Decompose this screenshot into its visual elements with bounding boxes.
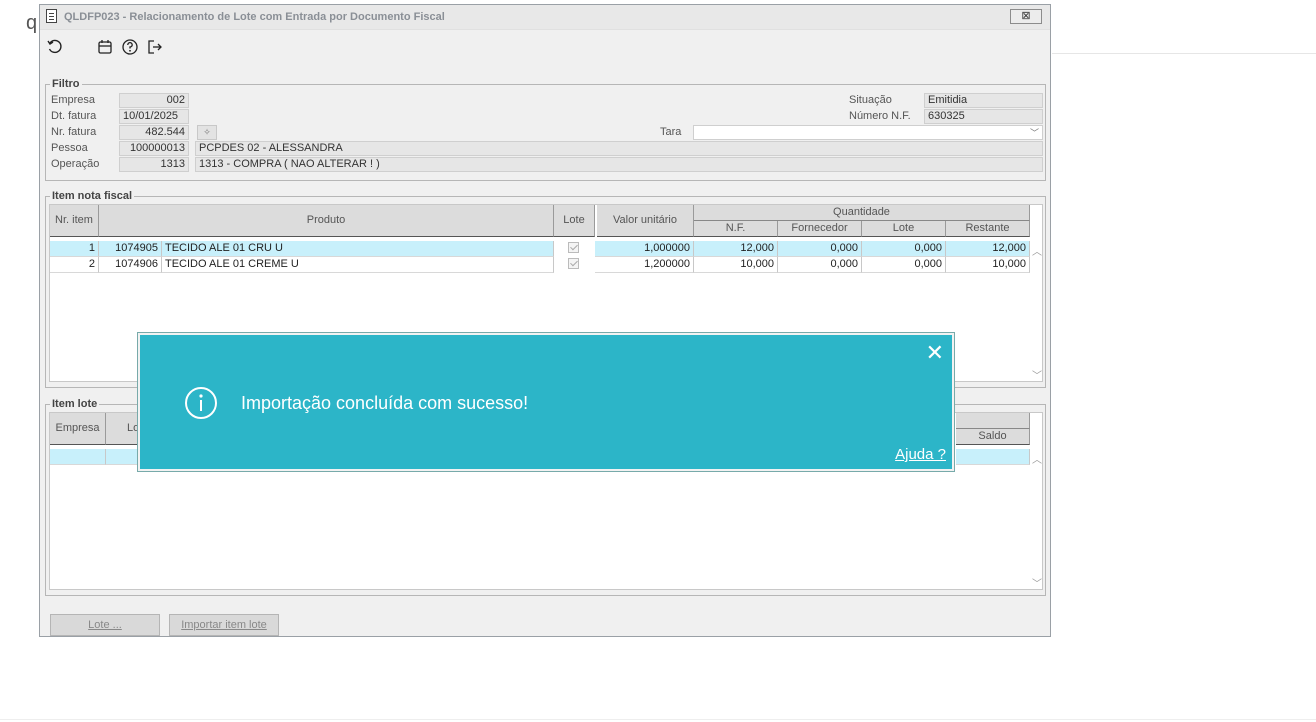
scroll-up-icon[interactable]: ︿ (1032, 451, 1042, 466)
exit-icon[interactable] (146, 38, 164, 56)
help-icon[interactable] (121, 38, 139, 56)
pessoa-name-field: PCPDES 02 - ALESSANDRA (195, 141, 1043, 156)
cell-nr: 2 (50, 257, 99, 273)
nr-fatura-field[interactable]: 482.544 (119, 125, 189, 140)
importar-item-lote-button[interactable]: Importar item lote (169, 614, 279, 636)
col-saldo[interactable]: Saldo (956, 429, 1030, 445)
tara-label: Tara (660, 126, 682, 138)
close-icon[interactable]: ✕ (926, 339, 944, 367)
col-q-lote[interactable]: Lote (862, 221, 946, 237)
success-toast: Importação concluída com sucesso! ✕ Ajud… (138, 333, 954, 471)
col-fornecedor[interactable]: Fornecedor (778, 221, 862, 237)
situacao-label: Situação (849, 94, 892, 106)
situacao-field: Emitidia (924, 93, 1043, 108)
cell-empresa (50, 449, 106, 465)
help-link[interactable]: Ajuda ? (895, 446, 946, 463)
tara-select[interactable] (693, 125, 1043, 140)
nr-fatura-lookup-button[interactable]: ✧ (197, 125, 217, 140)
lote-checkbox[interactable] (568, 258, 579, 269)
lote-checkbox[interactable] (568, 242, 579, 253)
window-title: QLDFP023 - Relacionamento de Lote com En… (64, 11, 445, 23)
col-restante[interactable]: Restante (946, 221, 1030, 237)
pessoa-label: Pessoa (51, 142, 88, 154)
magic-wand-icon: ✧ (203, 127, 211, 137)
nr-fatura-label: Nr. fatura (51, 126, 97, 138)
cell-valor: 1,200000 (595, 257, 694, 273)
col-nr-item[interactable]: Nr. item (50, 205, 99, 237)
cell-codigo: 1074906 (99, 257, 162, 273)
empresa-label: Empresa (51, 94, 96, 106)
cell-codigo: 1074905 (99, 241, 162, 257)
col-empresa[interactable]: Empresa (50, 413, 106, 445)
toolbar (40, 30, 1050, 64)
col-produto[interactable]: Produto (99, 205, 554, 237)
cell-produto: TECIDO ALE 01 CREME U (162, 257, 554, 273)
cell-fornecedor: 0,000 (778, 257, 862, 273)
cell-produto: TECIDO ALE 01 CRU U (162, 241, 554, 257)
cell-nf: 10,000 (694, 257, 778, 273)
numero-nf-label: Número N.F. (849, 110, 911, 122)
cell-valor: 1,000000 (595, 241, 694, 257)
background-divider (1052, 53, 1316, 54)
col-quantidade: Quantidade (694, 205, 1030, 221)
cell-restante: 10,000 (946, 257, 1030, 273)
operacao-label: Operação (51, 158, 100, 170)
filtro-legend: Filtro (52, 78, 80, 90)
dt-fatura-label: Dt. fatura (51, 110, 97, 122)
pessoa-code-field[interactable]: 100000013 (119, 141, 189, 156)
operacao-desc-field: 1313 - COMPRA ( NAO ALTERAR ! ) (195, 157, 1043, 172)
window-close-button[interactable]: ⊠ (1010, 9, 1042, 24)
item-lote-legend: Item lote (52, 398, 98, 410)
empresa-field[interactable]: 002 (119, 93, 189, 108)
title-bar[interactable]: QLDFP023 - Relacionamento de Lote com En… (40, 5, 1050, 30)
cell-lote: 0,000 (862, 241, 946, 257)
cell-saldo (956, 449, 1030, 465)
undo-icon[interactable] (46, 38, 64, 56)
background-bottom-divider (0, 719, 1316, 720)
info-icon (185, 387, 217, 419)
item-nota-legend: Item nota fiscal (52, 190, 133, 202)
cell-fornecedor: 0,000 (778, 241, 862, 257)
numero-nf-field: 630325 (924, 109, 1043, 124)
dt-fatura-field[interactable]: 10/01/2025 (119, 109, 189, 124)
col-saldo-group (956, 413, 1030, 429)
document-icon (46, 9, 57, 23)
scroll-down-icon[interactable]: ﹀ (1032, 575, 1042, 590)
cell-restante: 12,000 (946, 241, 1030, 257)
col-valor-unitario[interactable]: Valor unitário (597, 205, 694, 237)
operacao-code-field[interactable]: 1313 (119, 157, 189, 172)
calendar-icon[interactable] (96, 38, 114, 56)
cell-lote: 0,000 (862, 257, 946, 273)
dialog-window: QLDFP023 - Relacionamento de Lote com En… (39, 4, 1051, 637)
chevron-down-icon[interactable]: ﹀ (1030, 126, 1039, 139)
toast-message: Importação concluída com sucesso! (241, 393, 529, 413)
cell-nf: 12,000 (694, 241, 778, 257)
background-letter: q (26, 12, 38, 34)
scroll-down-icon[interactable]: ﹀ (1032, 367, 1042, 382)
col-lote[interactable]: Lote (554, 205, 595, 237)
scroll-up-icon[interactable]: ︿ (1032, 243, 1042, 258)
col-nf[interactable]: N.F. (694, 221, 778, 237)
lote-button[interactable]: Lote ... (50, 614, 160, 636)
cell-nr: 1 (50, 241, 99, 257)
